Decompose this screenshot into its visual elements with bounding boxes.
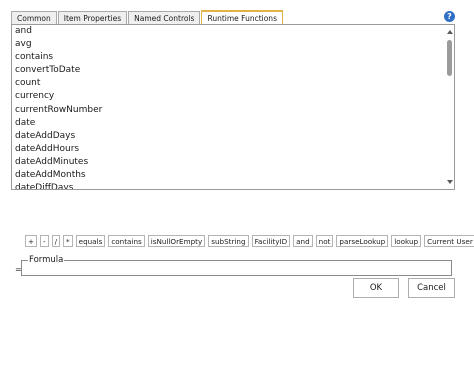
list-item[interactable]: currency [12,90,454,103]
list-item[interactable]: count [12,77,454,90]
lookup-button[interactable]: lookup [391,235,422,247]
is-null-or-empty-button[interactable]: isNullOrEmpty [147,235,206,247]
list-item[interactable]: dateAddHours [12,143,454,156]
current-user-button[interactable]: Current User [424,235,474,247]
facility-id-button[interactable]: FacilityID [251,235,291,247]
list-item[interactable]: dateAddMonths [12,169,454,182]
list-item[interactable]: convertToDate [12,64,454,77]
tab-runtime-functions[interactable]: Runtime Functions [201,10,283,24]
parse-lookup-button[interactable]: parseLookup [336,235,389,247]
functions-listbox[interactable]: and avg contains convertToDate count cur… [11,24,455,190]
plus-button[interactable]: + [25,235,38,247]
formula-input[interactable] [21,260,452,276]
vertical-scrollbar[interactable] [445,25,454,189]
list-item[interactable]: date [12,117,454,130]
multiply-button[interactable]: * [63,235,73,247]
and-button[interactable]: and [293,235,313,247]
list-item[interactable]: dateAddMinutes [12,156,454,169]
minus-button[interactable]: - [40,235,49,247]
list-item[interactable]: avg [12,38,454,51]
scrollbar-thumb[interactable] [447,40,452,76]
tab-named-controls[interactable]: Named Controls [128,11,201,24]
tab-strip: Common Item Properties Named Controls Ru… [11,10,284,24]
list-item[interactable]: dateDiffDays [12,182,454,189]
substring-button[interactable]: subString [208,235,249,247]
scroll-up-arrow-icon[interactable] [447,30,453,34]
not-button[interactable]: not [315,235,334,247]
operator-toolbar: + - / * equals contains isNullOrEmpty su… [25,235,474,247]
formula-label: Formula [28,255,65,265]
tab-item-properties[interactable]: Item Properties [57,11,128,24]
help-icon[interactable]: ? [444,11,455,22]
cancel-button[interactable]: Cancel [408,278,455,298]
list-item[interactable]: currentRowNumber [12,104,454,117]
list-item[interactable]: dateAddDays [12,130,454,143]
contains-button[interactable]: contains [108,235,145,247]
divide-button[interactable]: / [51,235,61,247]
scroll-down-arrow-icon[interactable] [447,180,453,184]
ok-button[interactable]: OK [353,278,399,298]
list-item[interactable]: contains [12,51,454,64]
equals-button[interactable]: equals [75,235,106,247]
list-item[interactable]: and [12,25,454,38]
tab-common[interactable]: Common [11,11,57,24]
